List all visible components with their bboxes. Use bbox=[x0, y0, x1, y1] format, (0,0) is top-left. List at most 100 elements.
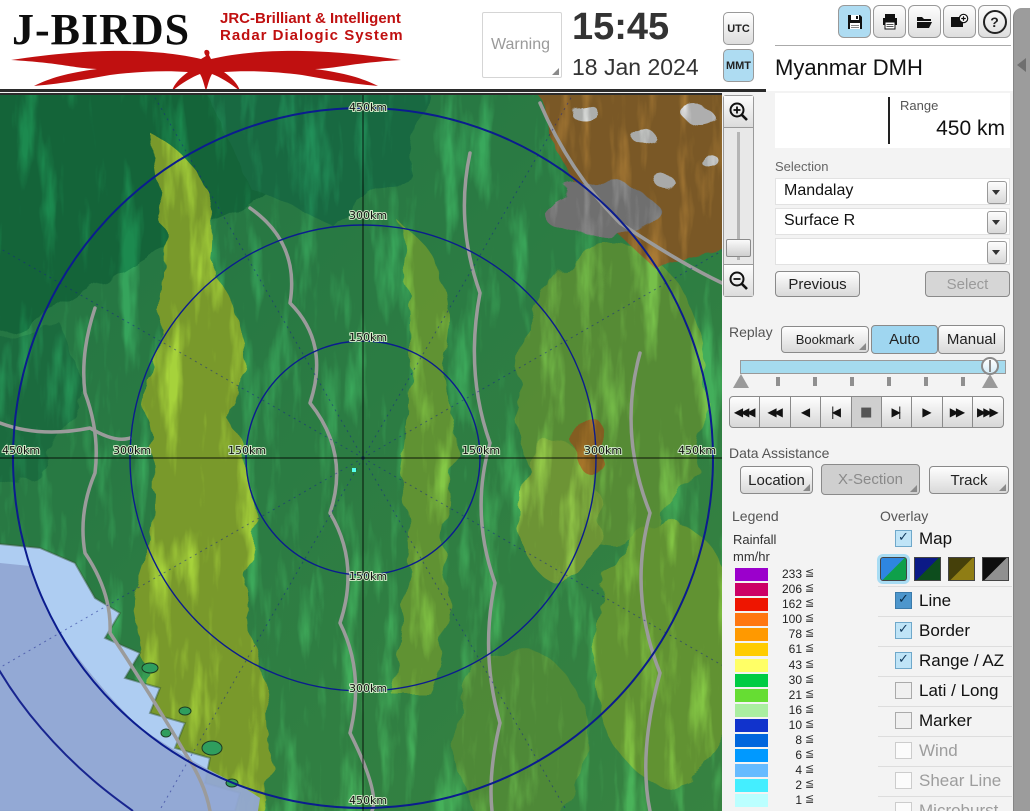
selection-field-3[interactable] bbox=[775, 238, 1010, 265]
previous-button[interactable]: Previous bbox=[775, 271, 860, 297]
mmt-label: MMT bbox=[726, 60, 751, 72]
play-button[interactable]: ▶ bbox=[911, 396, 942, 428]
auto-button[interactable]: Auto bbox=[871, 325, 938, 354]
overlay-item-label: Line bbox=[919, 591, 951, 611]
rewind-fast-button[interactable]: ◀◀◀ bbox=[729, 396, 760, 428]
toolbar-separator bbox=[775, 45, 1011, 46]
legend-row: 21≦ bbox=[733, 688, 833, 703]
playback-glyph-icon: ▶▶ bbox=[950, 405, 965, 419]
selection-field-1[interactable]: Mandalay bbox=[775, 178, 1010, 205]
select-label: Select bbox=[947, 276, 989, 293]
legend-row: 233≦ bbox=[733, 567, 833, 582]
track-corner-icon bbox=[999, 484, 1006, 491]
step-back-button[interactable]: |◀ bbox=[820, 396, 851, 428]
playback-glyph-icon: |◀ bbox=[831, 405, 841, 419]
slider-tick bbox=[961, 377, 965, 386]
legend-row: 61≦ bbox=[733, 642, 833, 657]
overlay-checkbox-range-az[interactable]: ✓ bbox=[895, 652, 912, 669]
map-style-swatch-1[interactable] bbox=[880, 557, 907, 581]
add-image-icon bbox=[950, 13, 969, 31]
manual-button[interactable]: Manual bbox=[938, 325, 1005, 354]
legend-value: 30 bbox=[733, 673, 802, 687]
bookmark-button[interactable]: Bookmark bbox=[781, 326, 869, 353]
check-icon: ✓ bbox=[898, 530, 909, 545]
overlay-checkbox-shear-line bbox=[895, 772, 912, 789]
radar-center-dot bbox=[352, 468, 356, 472]
playback-glyph-icon: ▶▶▶ bbox=[977, 405, 999, 419]
selection-dropdown-button[interactable] bbox=[987, 181, 1007, 204]
overlay-checkbox-border[interactable]: ✓ bbox=[895, 622, 912, 639]
replay-slider[interactable] bbox=[740, 360, 1006, 374]
warning-button[interactable]: Warning bbox=[482, 12, 562, 78]
overlay-checkbox-marker[interactable] bbox=[895, 712, 912, 729]
mmt-button[interactable]: MMT bbox=[723, 49, 754, 82]
data-assistance-label: Data Assistance bbox=[729, 445, 829, 461]
overlay-label: Overlay bbox=[880, 508, 928, 524]
zoom-in-button[interactable] bbox=[724, 96, 753, 128]
overlay-item-label: Map bbox=[919, 529, 952, 549]
check-icon: ✓ bbox=[898, 652, 909, 667]
clock-time: 15:45 bbox=[572, 6, 717, 49]
rewind-button[interactable]: ◀◀ bbox=[759, 396, 790, 428]
overlay-checkbox-lati-long[interactable] bbox=[895, 682, 912, 699]
zoom-out-button[interactable] bbox=[724, 264, 753, 296]
overlay-checkbox-line[interactable]: ✓ bbox=[895, 592, 912, 609]
overlay-checkbox-map[interactable]: ✓ bbox=[895, 530, 912, 547]
panel-collapse-handle[interactable] bbox=[1017, 58, 1026, 72]
legend-row: 6≦ bbox=[733, 748, 833, 763]
utc-button[interactable]: UTC bbox=[723, 12, 754, 45]
legend-value: 10 bbox=[733, 718, 802, 732]
selection-field-2-value: Surface R bbox=[784, 212, 855, 230]
selection-label: Selection bbox=[775, 159, 828, 174]
replay-range-end[interactable] bbox=[982, 374, 998, 388]
map-style-swatch-4[interactable] bbox=[982, 557, 1009, 581]
zoom-slider-handle[interactable] bbox=[726, 239, 751, 257]
step-forward-button[interactable]: ▶| bbox=[881, 396, 912, 428]
legend-row: 206≦ bbox=[733, 582, 833, 597]
legend-row: 1≦ bbox=[733, 793, 833, 808]
ring-label: 300km bbox=[349, 682, 387, 695]
zoom-strip bbox=[723, 95, 754, 297]
selection-dropdown-button[interactable] bbox=[987, 211, 1007, 234]
zoom-out-icon bbox=[728, 270, 750, 292]
map-style-swatch-row bbox=[878, 554, 1012, 586]
play-reverse-button[interactable]: ◀ bbox=[790, 396, 821, 428]
location-button[interactable]: Location bbox=[740, 466, 813, 494]
legend-value: 8 bbox=[733, 733, 802, 747]
legend-rows: 233≦206≦162≦100≦78≦61≦43≦30≦21≦16≦10≦8≦6… bbox=[733, 567, 833, 809]
print-button[interactable] bbox=[873, 5, 906, 38]
map-style-swatch-2[interactable] bbox=[914, 557, 941, 581]
legend-row: 4≦ bbox=[733, 763, 833, 778]
legend-value: 21 bbox=[733, 688, 802, 702]
map-style-swatch-3[interactable] bbox=[948, 557, 975, 581]
playback-glyph-icon: ◀◀ bbox=[767, 405, 782, 419]
open-button[interactable] bbox=[908, 5, 941, 38]
save-button[interactable] bbox=[838, 5, 871, 38]
check-icon: ✓ bbox=[898, 622, 909, 637]
xsection-label: X-Section bbox=[838, 471, 903, 488]
ring-label: 300km bbox=[349, 209, 387, 222]
replay-slider-handle[interactable] bbox=[981, 357, 999, 375]
select-button[interactable]: Select bbox=[925, 271, 1010, 297]
help-button[interactable]: ? bbox=[978, 5, 1011, 38]
xsection-button[interactable]: X-Section bbox=[821, 464, 920, 495]
forward-button[interactable]: ▶▶ bbox=[942, 396, 973, 428]
slider-tick bbox=[924, 377, 928, 386]
stop-button[interactable]: ■ bbox=[851, 396, 882, 428]
overlay-item-label: Lati / Long bbox=[919, 681, 998, 701]
map-area[interactable]: 450km 300km 150km 150km 300km 450km 450k… bbox=[0, 93, 722, 811]
replay-range-start[interactable] bbox=[733, 374, 749, 388]
forward-fast-button[interactable]: ▶▶▶ bbox=[972, 396, 1003, 428]
legend-row: 78≦ bbox=[733, 627, 833, 642]
playback-glyph-icon: ▶| bbox=[892, 405, 902, 419]
selection-dropdown-button[interactable] bbox=[987, 241, 1007, 264]
legend-row: 162≦ bbox=[733, 597, 833, 612]
track-button[interactable]: Track bbox=[929, 466, 1009, 494]
utc-label: UTC bbox=[727, 23, 750, 35]
legend-leq-symbol: ≦ bbox=[805, 581, 814, 594]
selection-field-2[interactable]: Surface R bbox=[775, 208, 1010, 235]
export-button[interactable] bbox=[943, 5, 976, 38]
overlay-row: ✓Border bbox=[878, 617, 1012, 646]
legend-value: 61 bbox=[733, 642, 802, 656]
legend-leq-symbol: ≦ bbox=[805, 596, 814, 609]
